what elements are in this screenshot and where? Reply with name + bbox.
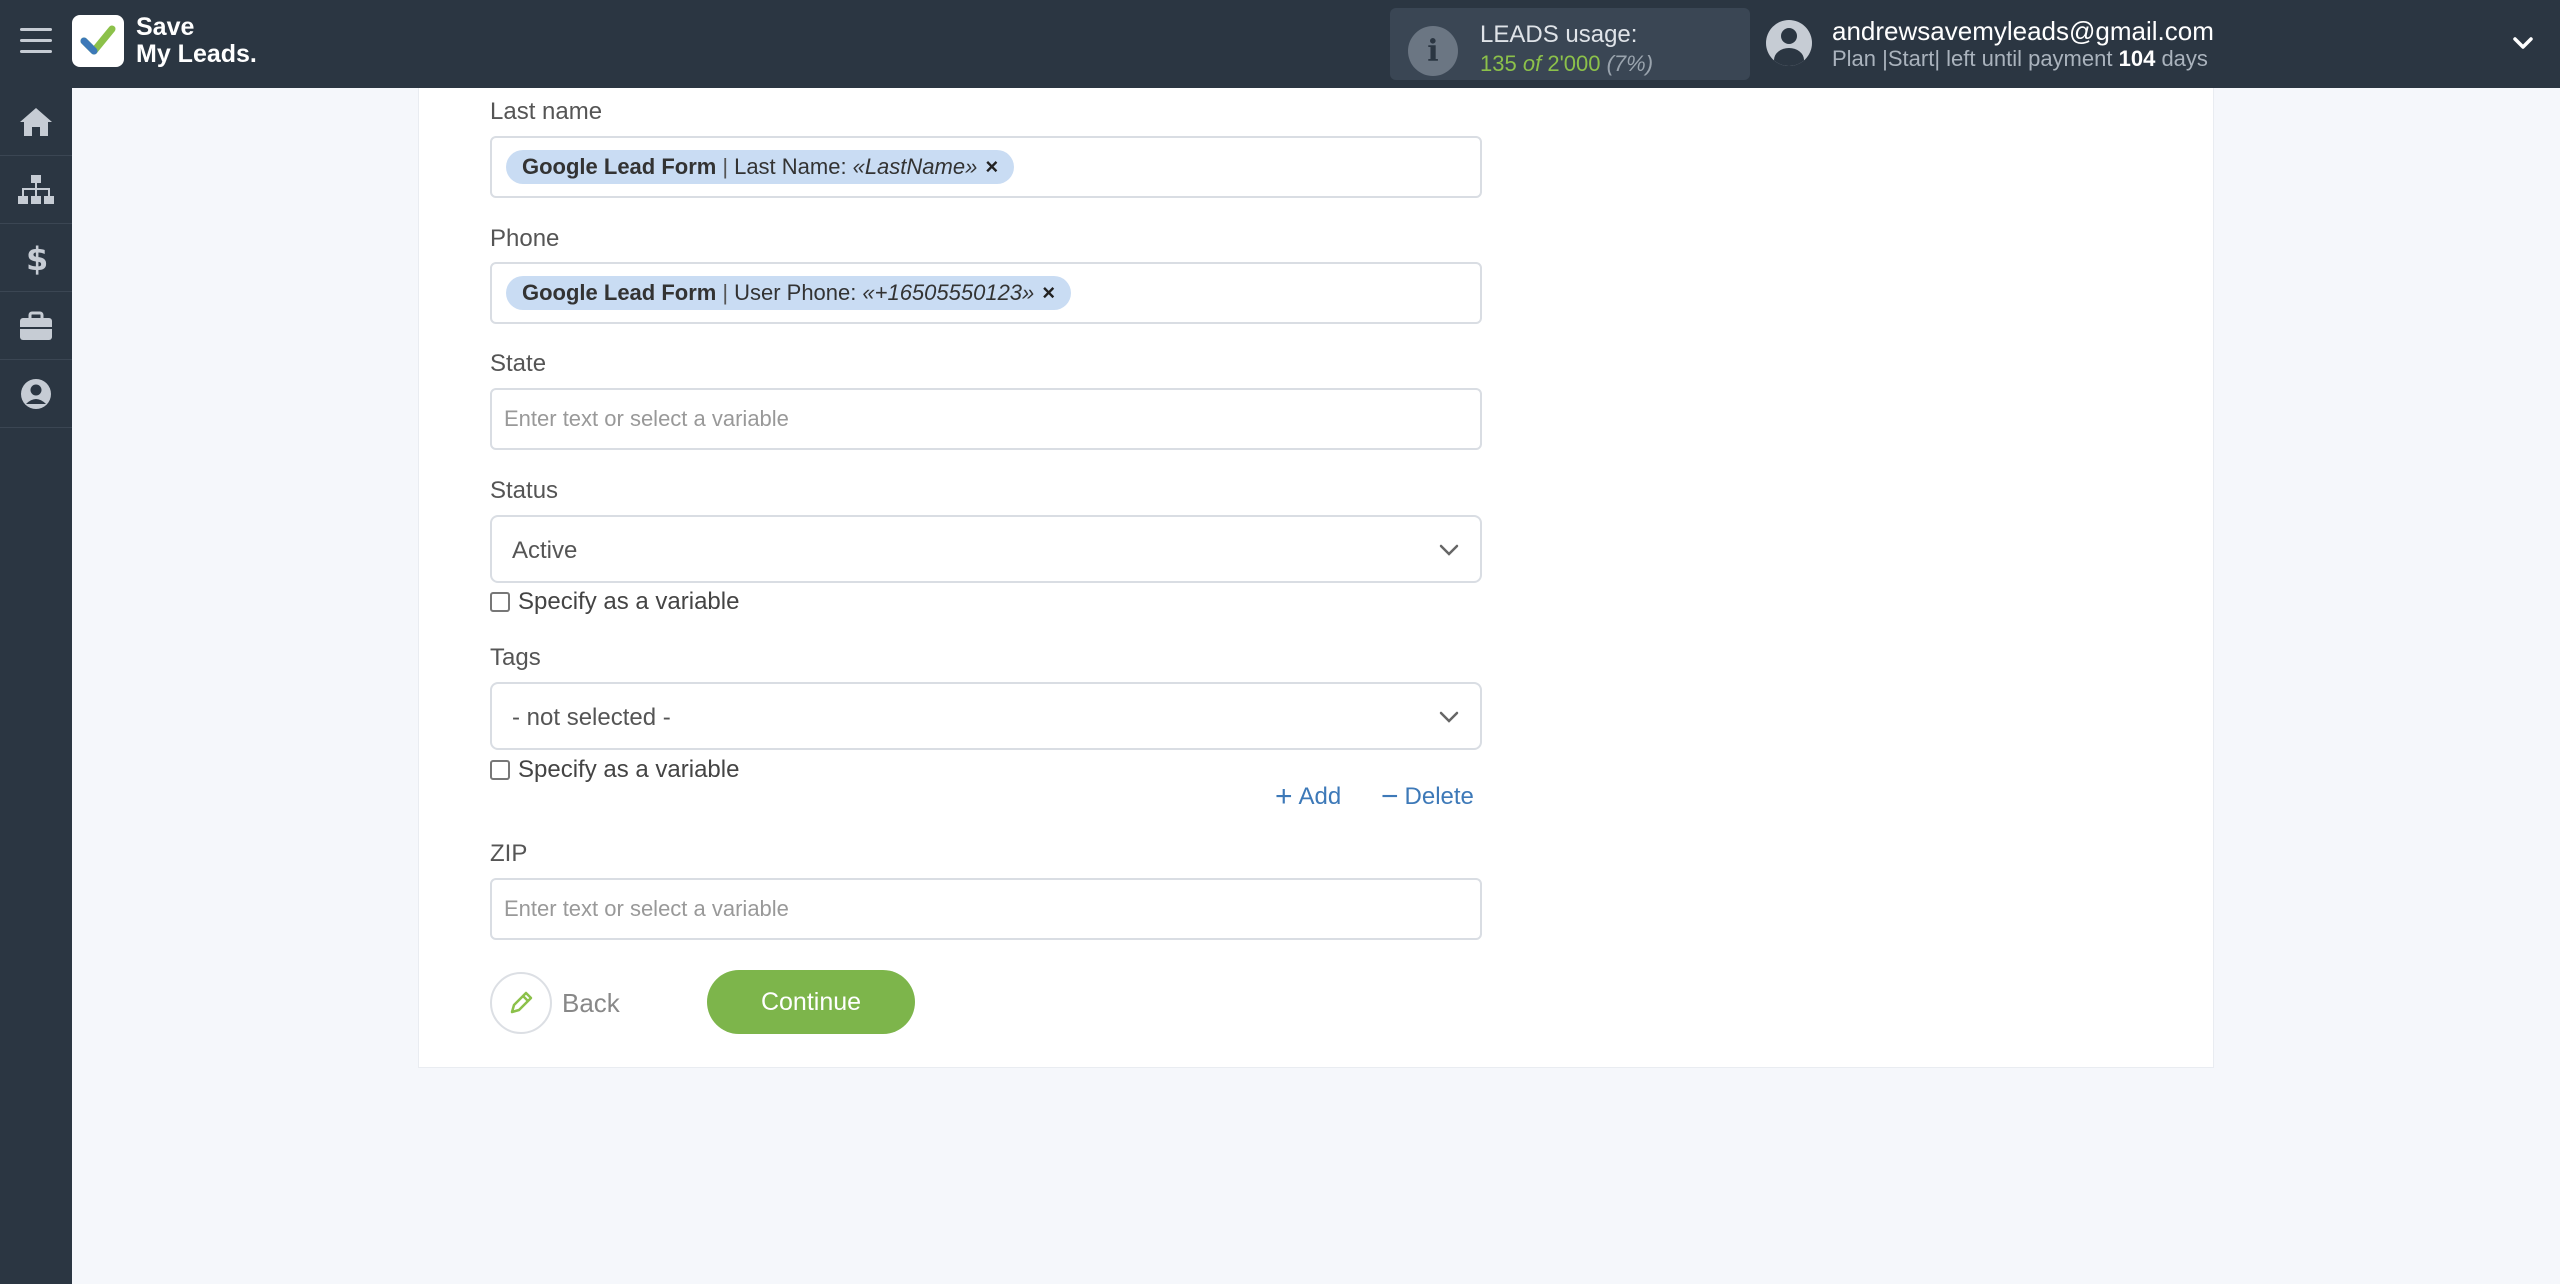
phone-input[interactable]: Google Lead Form | User Phone: «+1650555… [490, 262, 1482, 324]
last-name-input[interactable]: Google Lead Form | Last Name: «LastName»… [490, 136, 1482, 198]
svg-text:$: $ [26, 241, 47, 275]
logo-check-icon [72, 15, 124, 67]
remove-chip-icon[interactable]: × [1042, 280, 1055, 306]
sidebar-item-home[interactable] [0, 88, 72, 156]
state-input[interactable]: Enter text or select a variable [490, 388, 1482, 450]
tags-specify-checkbox[interactable] [490, 760, 510, 780]
minus-icon: − [1381, 780, 1399, 813]
usage-count: 135 of 2'000 (7%) [1480, 51, 1654, 76]
phone-variable-chip[interactable]: Google Lead Form | User Phone: «+1650555… [506, 276, 1072, 310]
chevron-down-icon [1439, 544, 1459, 556]
leads-usage-panel: i LEADS usage: 135 of 2'000 (7%) [1390, 8, 1750, 80]
delete-button[interactable]: − Delete [1381, 780, 1474, 813]
briefcase-icon [20, 311, 52, 340]
account-chevron-down-icon[interactable] [2512, 32, 2534, 54]
tags-specify-variable[interactable]: Specify as a variable [490, 756, 739, 784]
tags-label: Tags [490, 644, 541, 671]
menu-icon[interactable] [20, 28, 52, 56]
info-icon[interactable]: i [1408, 26, 1458, 76]
phone-label: Phone [490, 225, 560, 252]
plan-info: Plan |Start| left until payment 104 days [1832, 46, 2208, 71]
logo-line2: My Leads. [136, 40, 257, 68]
logo[interactable]: Save My Leads. [72, 14, 257, 68]
form-card: Last name Google Lead Form | Last Name: … [418, 88, 2214, 1068]
state-placeholder: Enter text or select a variable [504, 406, 789, 431]
zip-input[interactable]: Enter text or select a variable [490, 878, 1482, 940]
zip-label: ZIP [490, 840, 528, 867]
sidebar-item-billing[interactable]: $ [0, 224, 72, 292]
remove-chip-icon[interactable]: × [985, 154, 998, 180]
usage-title: LEADS usage: [1480, 21, 1638, 48]
plus-icon: + [1275, 780, 1293, 813]
last-name-variable-chip[interactable]: Google Lead Form | Last Name: «LastName»… [506, 150, 1015, 184]
status-label: Status [490, 477, 559, 504]
pencil-icon [490, 972, 552, 1034]
dollar-icon: $ [26, 241, 47, 275]
status-value: Active [512, 537, 578, 564]
last-name-label: Last name [490, 98, 603, 125]
add-button[interactable]: + Add [1275, 780, 1341, 813]
continue-button[interactable]: Continue [707, 970, 915, 1034]
chevron-down-icon [1439, 711, 1459, 723]
top-bar: Save My Leads. i LEADS usage: 135 of 2'0… [0, 0, 2560, 88]
status-specify-variable[interactable]: Specify as a variable [490, 588, 739, 616]
sitemap-icon [18, 174, 54, 204]
sidebar: $ [0, 88, 72, 1284]
sidebar-item-account[interactable] [0, 360, 72, 428]
logo-line1: Save [136, 13, 195, 41]
home-icon [20, 107, 52, 136]
state-label: State [490, 350, 547, 377]
back-button[interactable]: Back [490, 972, 620, 1034]
sidebar-item-tools[interactable] [0, 292, 72, 360]
zip-placeholder: Enter text or select a variable [504, 896, 789, 921]
tags-select[interactable]: - not selected - [490, 682, 1482, 750]
user-circle-icon [21, 378, 51, 409]
status-select[interactable]: Active [490, 515, 1482, 583]
sidebar-item-connections[interactable] [0, 156, 72, 224]
avatar-icon[interactable] [1766, 20, 1812, 66]
tags-value: - not selected - [512, 704, 671, 731]
account-email: andrewsavemyleads@gmail.com [1832, 16, 2214, 46]
status-specify-checkbox[interactable] [490, 592, 510, 612]
